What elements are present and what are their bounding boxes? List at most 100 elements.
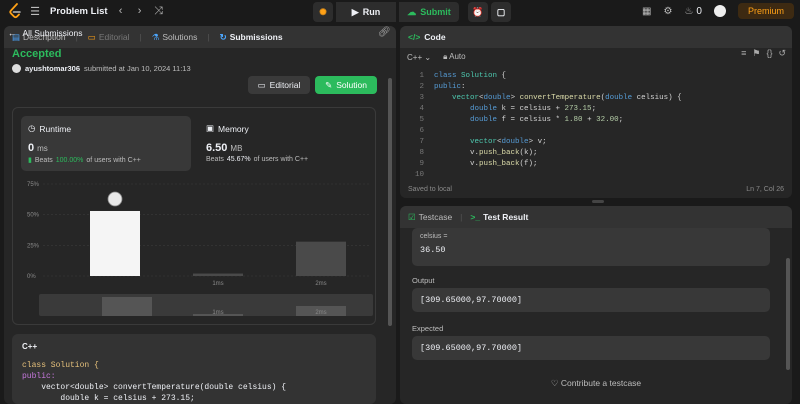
line-number: 7 — [419, 138, 424, 146]
language-select[interactable]: C++ ⌄ — [407, 53, 431, 62]
y-tick-label: 75% — [27, 182, 40, 188]
share-link-icon[interactable]: 🔗︎ — [378, 27, 391, 38]
line-number: 1 — [419, 72, 424, 80]
clock-icon: ◷ — [28, 123, 36, 133]
chevron-right-icon[interactable]: › — [134, 5, 146, 17]
checkbox-icon: ☑ — [408, 211, 416, 222]
tab-test-result-label: Test Result — [483, 212, 529, 222]
username[interactable]: ayushtomar306 — [25, 64, 80, 73]
list-icon[interactable]: ☰ — [29, 5, 41, 18]
solution-button-label: Solution — [336, 80, 367, 90]
memory-beats: Beats 45.67% of users with C++ — [206, 156, 362, 163]
memory-beats-prefix: Beats — [206, 156, 224, 163]
notes-button[interactable]: ▢ — [491, 2, 511, 22]
tab-test-result[interactable]: >_ Test Result — [470, 212, 528, 222]
y-tick-label: 25% — [27, 243, 40, 249]
submitted-code-preview: C++ class Solution { public: vector<doub… — [12, 334, 376, 404]
code-line: vector<double> convertTemperature(double… — [452, 94, 682, 102]
top-bar: ☰ Problem List ‹ › ⤨ ✺ ▶ Run ☁ Submit ⏰ ▢ … — [0, 0, 800, 24]
tab-editorial-label: Editorial — [98, 32, 130, 42]
result-panel: ☑ Testcase | >_ Test Result celsius = 36.5… — [400, 206, 792, 404]
note-icon: ▢ — [496, 6, 506, 17]
code-panel: </> Code C++ ⌄ 🔒︎ Auto ≡ ⚑ {} ↺ 1 2 3 4 … — [400, 26, 792, 198]
code-editor[interactable]: 1 2 3 4 5 6 7 8 9 10 class Solution { pu… — [400, 68, 792, 194]
tab-testcase[interactable]: ☑ Testcase — [408, 212, 452, 223]
chevron-down-icon: ⌄ — [424, 52, 432, 62]
result-scrollbar[interactable] — [786, 258, 790, 370]
premium-button[interactable]: Premium — [737, 3, 794, 19]
input-box: celsius = 36.50 — [412, 228, 770, 266]
overview-label: 1ms — [212, 310, 223, 316]
bug-icon: ✺ — [319, 6, 327, 17]
code-title: Code — [424, 32, 446, 42]
tab-editorial[interactable]: ▭ Editorial — [88, 32, 130, 43]
tab-testcase-label: Testcase — [418, 212, 453, 222]
code-preview-text: class Solution { public: vector<double> … — [22, 360, 366, 404]
user-avatar[interactable] — [713, 5, 726, 17]
streak-counter[interactable]: ♨ 0 — [684, 6, 702, 17]
chart-bar — [90, 210, 140, 276]
shuffle-icon[interactable]: ⤨ — [153, 5, 165, 18]
contribute-label: Contribute a testcase — [560, 378, 642, 388]
output-label: Output — [412, 276, 435, 285]
runtime-header: ◷ Runtime — [28, 123, 184, 134]
overview-label: 2ms — [315, 310, 326, 316]
timer-button[interactable]: ⏰ — [468, 2, 488, 22]
submission-meta: ayushtomar306 submitted at Jan 10, 2024 … — [12, 64, 191, 73]
run-button[interactable]: ▶ Run — [336, 2, 396, 22]
leetcode-logo-icon[interactable] — [8, 3, 22, 19]
arrow-left-icon: ← — [8, 28, 17, 38]
code-line: v.push_back(f); — [434, 160, 538, 168]
code-header: </> Code — [400, 26, 792, 48]
tab-solutions-label: Solutions — [162, 32, 198, 42]
layout-grid-icon[interactable]: ▦ — [642, 6, 651, 17]
all-submissions-link[interactable]: ← All Submissions — [8, 28, 83, 38]
tab-submissions[interactable]: ↻ Submissions — [220, 32, 283, 43]
debug-button[interactable]: ✺ — [313, 2, 333, 22]
contribute-testcase-link[interactable]: ♡ Contribute a testcase — [400, 378, 792, 389]
line-number: 8 — [419, 149, 424, 157]
editorial-button[interactable]: ▭ Editorial — [248, 76, 310, 94]
run-label: Run — [362, 7, 381, 17]
memory-number: 6.50 — [206, 142, 228, 154]
chevron-left-icon[interactable]: ‹ — [115, 5, 127, 17]
runtime-distribution-chart[interactable]: 75% 50% 25% 0% 1ms 2ms 1ms 2ms — [13, 176, 375, 326]
bookmark-icon[interactable]: ⚑ — [752, 48, 760, 59]
line-number: 5 — [419, 116, 424, 124]
avatar — [12, 64, 21, 73]
terminal-icon: >_ — [470, 212, 481, 222]
code-brackets-icon: </> — [408, 32, 421, 42]
cloud-upload-icon: ☁ — [407, 6, 417, 17]
code-line: double f = celsius * 1.80 + 32.00; — [470, 116, 624, 124]
memory-beats-suffix: of users with C++ — [253, 156, 309, 163]
runtime-card[interactable]: ◷ Runtime 0 ms ▮ Beats 100.00% of users wi… — [21, 116, 191, 171]
all-submissions-label: All Submissions — [22, 28, 83, 38]
memory-card[interactable]: ▣ Memory 6.50 MB Beats 45.67% of users wit… — [199, 116, 369, 171]
settings-gear-icon[interactable]: ⚙ — [663, 6, 672, 17]
problem-list-link[interactable]: Problem List — [50, 6, 108, 17]
language-value: C++ — [407, 52, 423, 62]
input-value: 36.50 — [420, 245, 446, 255]
reset-icon[interactable]: ↺ — [778, 48, 786, 59]
expected-box: [309.65000,97.70000] — [412, 336, 770, 360]
y-tick-label: 0% — [27, 274, 36, 280]
tab-solutions[interactable]: ⚗ Solutions — [152, 32, 198, 43]
line-number: 3 — [419, 94, 424, 102]
code-line: double k = celsius + 273.15; — [470, 105, 597, 113]
solution-button[interactable]: ✎ Solution — [315, 76, 377, 94]
runtime-beats-prefix: Beats — [34, 156, 53, 164]
panel-splitter[interactable] — [592, 200, 604, 203]
y-tick-label: 50% — [27, 213, 40, 219]
left-scrollbar[interactable] — [388, 78, 392, 326]
submit-label: Submit — [420, 7, 451, 17]
play-icon: ▶ — [351, 6, 359, 17]
format-icon[interactable]: ≡ — [741, 48, 746, 59]
submitted-time: submitted at Jan 10, 2024 11:13 — [84, 64, 191, 73]
runtime-beats-suffix: of users with C++ — [86, 156, 141, 164]
x-tick-label: 2ms — [315, 281, 326, 287]
memory-value: 6.50 MB — [206, 142, 362, 154]
braces-icon[interactable]: {} — [766, 48, 772, 59]
auto-mode-toggle[interactable]: 🔒︎ Auto — [443, 52, 466, 62]
submit-button[interactable]: ☁ Submit — [399, 2, 459, 22]
result-tab-bar: ☑ Testcase | >_ Test Result — [400, 206, 792, 228]
